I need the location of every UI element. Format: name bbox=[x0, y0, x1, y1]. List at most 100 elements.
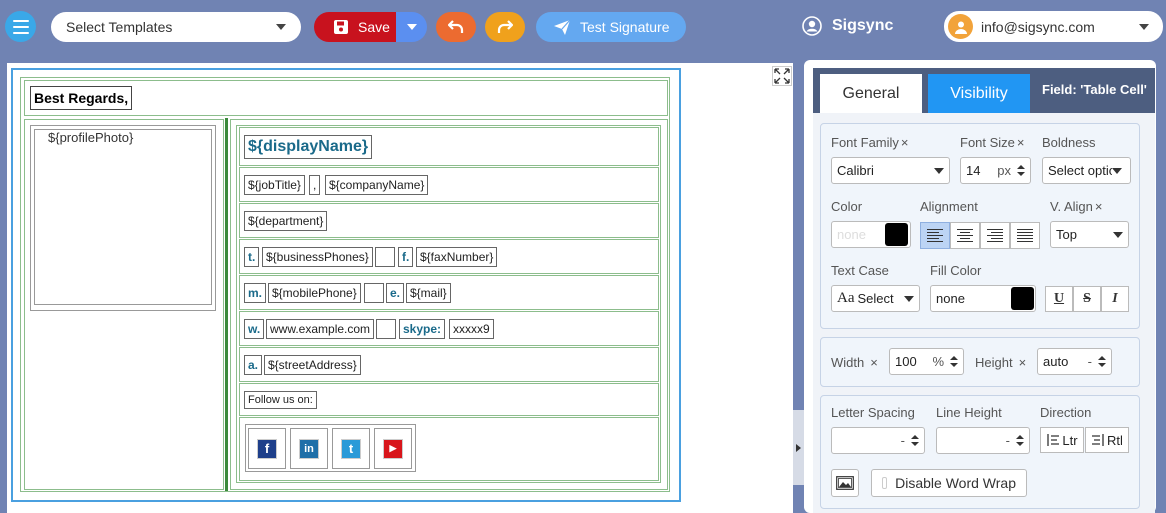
facebook-cell[interactable]: f bbox=[248, 428, 286, 469]
facebook-icon[interactable]: f bbox=[257, 438, 277, 459]
boldness-select[interactable]: Select option bbox=[1042, 157, 1131, 184]
ltr-button[interactable]: Ltr bbox=[1040, 427, 1084, 453]
underline-button[interactable]: U bbox=[1045, 286, 1073, 312]
save-label: Save bbox=[358, 19, 390, 35]
brand-name: Sigsync bbox=[832, 17, 894, 34]
width-value: 100 bbox=[895, 354, 917, 369]
youtube-cell[interactable]: ▶ bbox=[374, 428, 412, 469]
clear-icon[interactable]: × bbox=[901, 135, 909, 150]
test-signature-label: Test Signature bbox=[580, 19, 670, 35]
test-signature-button[interactable]: Test Signature bbox=[536, 12, 686, 42]
company-name-field[interactable]: ${companyName} bbox=[325, 175, 429, 195]
chevron-down-icon bbox=[904, 295, 914, 302]
fill-color-value: none bbox=[936, 291, 965, 306]
skype-label[interactable]: skype: bbox=[399, 319, 446, 339]
hamburger-line bbox=[12, 31, 29, 34]
web-label[interactable]: w. bbox=[244, 319, 265, 339]
twitter-icon[interactable]: t bbox=[341, 438, 361, 459]
background-image-button[interactable] bbox=[831, 469, 859, 497]
redo-button[interactable] bbox=[485, 12, 525, 42]
height-input[interactable]: auto - bbox=[1037, 348, 1112, 375]
menu-button[interactable] bbox=[5, 11, 36, 42]
department-field[interactable]: ${department} bbox=[244, 211, 328, 231]
expand-icon[interactable] bbox=[772, 66, 792, 86]
line-height-input[interactable]: - bbox=[936, 427, 1030, 454]
field-label: Field: 'Table Cell' bbox=[1042, 82, 1147, 97]
italic-button[interactable]: I bbox=[1101, 286, 1129, 312]
linkedin-icon[interactable]: in bbox=[299, 438, 319, 459]
stepper-icon[interactable] bbox=[1016, 435, 1024, 446]
template-select-label: Select Templates bbox=[66, 19, 173, 35]
follow-us-text[interactable]: Follow us on: bbox=[244, 391, 317, 409]
disable-word-wrap-checkbox[interactable] bbox=[882, 477, 888, 489]
user-menu[interactable]: info@sigsync.com bbox=[944, 11, 1163, 42]
fax-number-field[interactable]: ${faxNumber} bbox=[416, 247, 498, 267]
hamburger-line bbox=[12, 25, 29, 28]
stepper-icon[interactable] bbox=[1017, 165, 1025, 176]
valign-value: Top bbox=[1056, 227, 1077, 242]
disable-word-wrap-toggle[interactable]: Disable Word Wrap bbox=[871, 469, 1027, 497]
address-label[interactable]: a. bbox=[244, 355, 263, 375]
skype-field[interactable]: xxxxx9 bbox=[449, 319, 494, 339]
width-label-text: Width bbox=[831, 355, 865, 370]
align-center-button[interactable] bbox=[950, 222, 980, 249]
greeting-text[interactable]: Best Regards, bbox=[30, 86, 133, 110]
twitter-cell[interactable]: t bbox=[332, 428, 370, 469]
rtl-button[interactable]: Rtl bbox=[1085, 427, 1129, 453]
profile-photo[interactable]: ${profilePhoto} bbox=[34, 129, 212, 305]
height-unit: - bbox=[1087, 354, 1092, 369]
strikethrough-button[interactable]: S bbox=[1073, 286, 1101, 312]
save-options-button[interactable] bbox=[396, 12, 427, 42]
youtube-icon[interactable]: ▶ bbox=[383, 438, 403, 459]
mobile-phone-field[interactable]: ${mobilePhone} bbox=[268, 283, 361, 303]
separator-cell[interactable] bbox=[375, 247, 395, 267]
fill-color-swatch[interactable] bbox=[1011, 287, 1034, 310]
chevron-down-icon bbox=[406, 24, 417, 30]
panel-toggle-button[interactable] bbox=[793, 410, 804, 485]
width-input[interactable]: 100% bbox=[889, 348, 964, 375]
tab-general[interactable]: General bbox=[820, 74, 922, 113]
stepper-icon[interactable] bbox=[911, 435, 919, 446]
letter-spacing-input[interactable]: - bbox=[831, 427, 925, 454]
font-family-value: Calibri bbox=[837, 163, 874, 178]
font-size-input[interactable]: 14 px bbox=[960, 157, 1031, 184]
color-swatch[interactable] bbox=[885, 223, 908, 246]
stepper-icon[interactable] bbox=[1098, 356, 1106, 367]
font-family-select[interactable]: Calibri bbox=[831, 157, 950, 184]
mail-field[interactable]: ${mail} bbox=[406, 283, 451, 303]
phone-label[interactable]: t. bbox=[244, 247, 260, 267]
align-justify-button[interactable] bbox=[1010, 222, 1040, 249]
valign-select[interactable]: Top bbox=[1050, 221, 1129, 248]
align-left-button[interactable] bbox=[920, 222, 950, 249]
website-field[interactable]: www.example.com bbox=[266, 319, 375, 339]
align-right-button[interactable] bbox=[980, 222, 1010, 249]
save-button[interactable]: Save bbox=[314, 12, 396, 42]
clear-icon[interactable]: × bbox=[1095, 199, 1103, 214]
business-phones-field[interactable]: ${businessPhones} bbox=[262, 247, 373, 267]
alignment-label: Alignment bbox=[920, 199, 978, 214]
undo-button[interactable] bbox=[436, 12, 476, 42]
text-case-select[interactable]: Aa Select bbox=[831, 285, 920, 312]
chevron-right-icon bbox=[796, 443, 801, 452]
linkedin-cell[interactable]: in bbox=[290, 428, 328, 469]
user-email: info@sigsync.com bbox=[981, 18, 1095, 35]
display-name-field[interactable]: ${displayName} bbox=[244, 135, 373, 159]
stepper-icon[interactable] bbox=[950, 356, 958, 367]
fill-color-label: Fill Color bbox=[930, 263, 982, 278]
email-label[interactable]: e. bbox=[386, 283, 405, 303]
street-address-field[interactable]: ${streetAddress} bbox=[264, 355, 361, 375]
user-circle-icon bbox=[802, 16, 822, 36]
user-icon bbox=[954, 21, 967, 34]
template-select[interactable]: Select Templates bbox=[51, 12, 301, 42]
redo-icon bbox=[497, 20, 513, 33]
comma-separator[interactable]: , bbox=[309, 175, 321, 195]
separator-cell[interactable] bbox=[376, 319, 396, 339]
clear-icon[interactable]: × bbox=[870, 355, 878, 370]
job-title-field[interactable]: ${jobTitle} bbox=[244, 175, 305, 195]
separator-cell[interactable] bbox=[364, 283, 384, 303]
clear-icon[interactable]: × bbox=[1017, 135, 1025, 150]
fax-label[interactable]: f. bbox=[398, 247, 414, 267]
clear-icon[interactable]: × bbox=[1019, 355, 1027, 370]
mobile-label[interactable]: m. bbox=[244, 283, 267, 303]
tab-visibility[interactable]: Visibility bbox=[928, 74, 1030, 113]
